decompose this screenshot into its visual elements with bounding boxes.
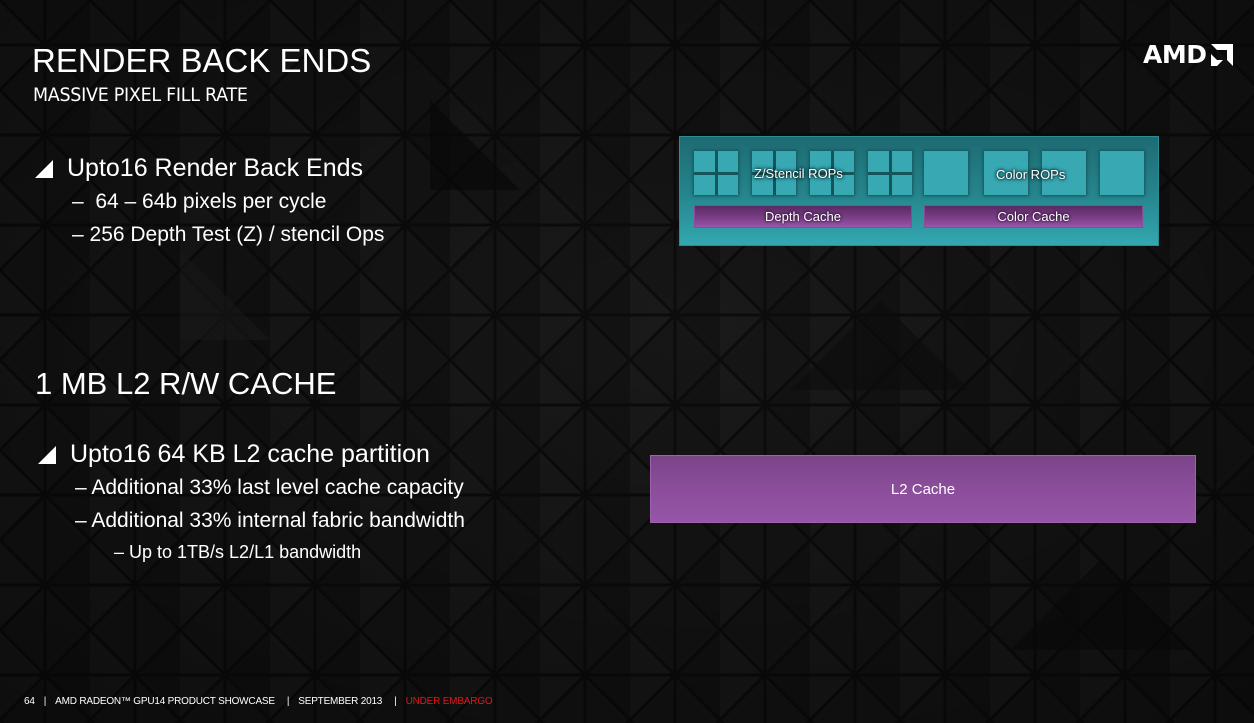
slide-title: RENDER BACK ENDS [32,42,372,79]
amd-arrow-icon [1211,43,1234,66]
triangle-bullet-icon [35,159,53,178]
subsubbullet-l2-l1-bandwidth: – Up to 1TB/s L2/L1 bandwidth [114,542,362,562]
subbullet-cache-capacity: – Additional 33% last level cache capaci… [75,476,464,499]
slide-subtitle: MASSIVE PIXEL FILL RATE [33,84,248,106]
slide: RENDER BACK ENDS MASSIVE PIXEL FILL RATE… [0,0,1254,723]
zstencil-rop-block [694,151,738,195]
footer-separator: | [394,696,397,707]
triangle-bullet-icon [38,445,56,464]
logo-text: AMD [1143,40,1207,69]
l2-cache-block: L2 Cache [650,455,1196,523]
depth-cache-bar: Depth Cache [694,205,912,228]
color-cache-bar: Color Cache [924,205,1143,228]
subbullet-pixels-per-cycle: – 64 – 64b pixels per cycle [72,190,327,213]
subbullet-fabric-bandwidth: – Additional 33% internal fabric bandwid… [75,509,465,532]
color-rops-label: Color ROPs [996,167,1066,182]
subbullet-depth-test: – 256 Depth Test (Z) / stencil Ops [72,223,385,246]
render-back-end-diagram: Z/Stencil ROPs Color ROPs Depth Cache Co… [679,136,1159,246]
page-number: 64 [24,696,35,707]
zstencil-rops-label: Z/Stencil ROPs [754,166,843,181]
footer-date: SEPTEMBER 2013 [298,696,383,707]
color-rop-block [924,151,968,195]
footer: 64 | AMD RADEON™ GPU14 PRODUCT SHOWCASE … [24,696,493,707]
footer-event: AMD RADEON™ GPU14 PRODUCT SHOWCASE [55,696,275,707]
section-heading-l2-cache: 1 MB L2 R/W CACHE [35,366,337,401]
footer-separator: | [43,696,47,707]
bullet-text: Upto16 Render Back Ends [67,154,364,182]
embargo-notice: UNDER EMBARGO [405,696,493,707]
amd-logo: AMD [1143,40,1235,69]
bullet-text: Upto16 64 KB L2 cache partition [70,440,430,468]
bullet-l2-partition: Upto16 64 KB L2 cache partition [38,440,430,469]
bullet-render-back-ends: Upto16 Render Back Ends [35,154,363,183]
zstencil-rop-block [868,151,912,195]
color-rop-block [1100,151,1144,195]
footer-separator: | [286,696,290,707]
